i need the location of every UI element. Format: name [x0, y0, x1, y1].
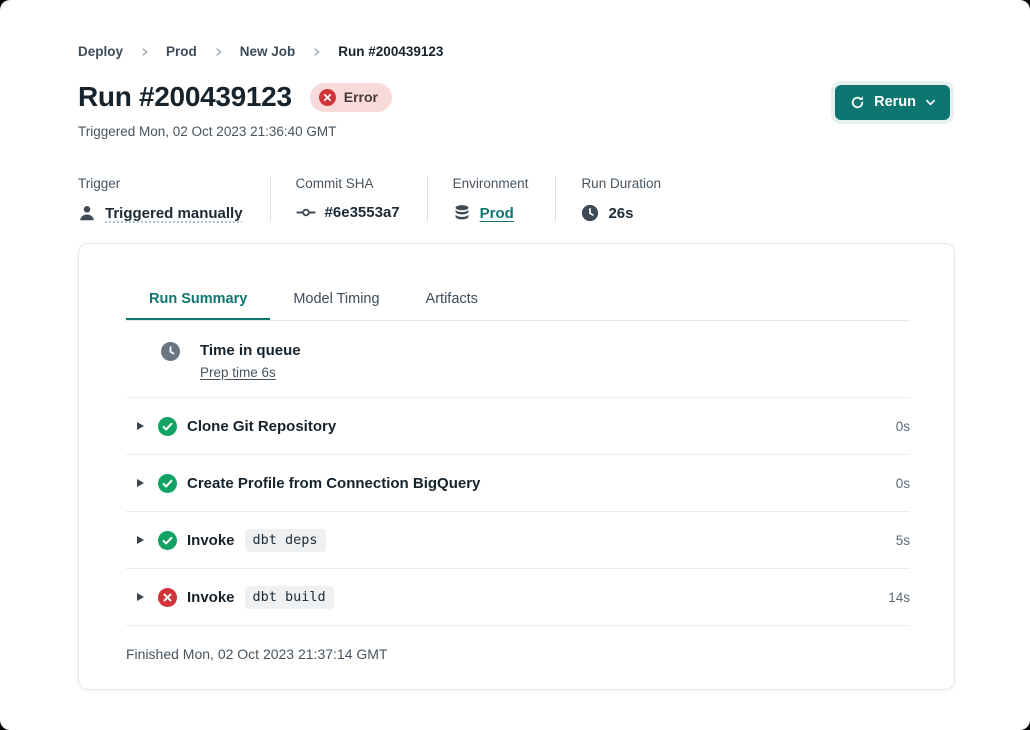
step-duration: 14s — [888, 590, 910, 605]
tab-artifacts[interactable]: Artifacts — [403, 281, 501, 320]
step-row-create-profile[interactable]: Create Profile from Connection BigQuery … — [126, 455, 910, 512]
meta-environment: Environment Prod — [427, 176, 556, 222]
meta-duration-value: 26s — [608, 205, 633, 222]
page-header: Run #200439123 Error Triggered Mon, 02 O… — [78, 81, 950, 139]
tab-model-timing[interactable]: Model Timing — [270, 281, 402, 320]
step-duration: 5s — [896, 533, 910, 548]
caret-right-icon[interactable] — [137, 479, 144, 487]
success-check-icon — [158, 417, 177, 436]
caret-right-icon[interactable] — [137, 593, 144, 601]
step-duration: 0s — [896, 476, 910, 491]
person-icon — [78, 204, 96, 222]
git-commit-icon — [296, 206, 316, 219]
breadcrumb: Deploy Prod New Job Run #200439123 — [78, 44, 950, 59]
clock-icon — [581, 204, 599, 222]
step-title: Clone Git Repository — [187, 418, 336, 435]
step-command-chip: dbt build — [245, 586, 334, 609]
page-title: Run #200439123 — [78, 81, 292, 113]
step-row-clone-git[interactable]: Clone Git Repository 0s — [126, 398, 910, 455]
meta-duration-label: Run Duration — [581, 176, 661, 191]
breadcrumb-new-job[interactable]: New Job — [240, 44, 296, 59]
run-summary-card: Run Summary Model Timing Artifacts Time … — [78, 243, 955, 690]
meta-commit-label: Commit SHA — [296, 176, 400, 191]
step-row-dbt-build[interactable]: Invoke dbt build 14s — [126, 569, 910, 626]
status-badge: Error — [310, 83, 392, 112]
breadcrumb-deploy[interactable]: Deploy — [78, 44, 123, 59]
meta-trigger: Trigger Triggered manually — [78, 176, 270, 222]
run-details-page: Deploy Prod New Job Run #200439123 Run #… — [0, 0, 1030, 730]
refresh-icon — [850, 95, 865, 110]
prep-time-link[interactable]: Prep time 6s — [200, 365, 276, 380]
queue-title: Time in queue — [200, 342, 301, 359]
tab-bar: Run Summary Model Timing Artifacts — [126, 281, 910, 321]
tab-run-summary[interactable]: Run Summary — [126, 281, 270, 320]
step-title: Invoke — [187, 589, 235, 606]
chevron-down-icon — [925, 97, 936, 108]
finished-timestamp: Finished Mon, 02 Oct 2023 21:37:14 GMT — [126, 626, 910, 689]
queue-row: Time in queue Prep time 6s — [126, 321, 910, 398]
caret-right-icon[interactable] — [137, 422, 144, 430]
meta-duration: Run Duration 26s — [555, 176, 688, 222]
chevron-right-icon — [214, 47, 223, 57]
chevron-right-icon — [140, 47, 149, 57]
meta-environment-value[interactable]: Prod — [480, 205, 514, 222]
rerun-button-label: Rerun — [874, 94, 916, 110]
step-title: Invoke — [187, 532, 235, 549]
database-icon — [453, 204, 471, 222]
meta-commit-value: #6e3553a7 — [325, 204, 400, 221]
step-row-dbt-deps[interactable]: Invoke dbt deps 5s — [126, 512, 910, 569]
meta-trigger-label: Trigger — [78, 176, 243, 191]
queue-clock-icon — [161, 342, 180, 361]
error-circle-icon — [319, 89, 336, 106]
meta-commit: Commit SHA #6e3553a7 — [270, 176, 427, 222]
breadcrumb-prod[interactable]: Prod — [166, 44, 197, 59]
chevron-right-icon — [312, 47, 321, 57]
meta-trigger-value[interactable]: Triggered manually — [105, 205, 243, 222]
success-check-icon — [158, 474, 177, 493]
status-badge-label: Error — [344, 89, 378, 105]
step-title: Create Profile from Connection BigQuery — [187, 475, 480, 492]
success-check-icon — [158, 531, 177, 550]
step-command-chip: dbt deps — [245, 529, 326, 552]
meta-environment-label: Environment — [453, 176, 529, 191]
caret-right-icon[interactable] — [137, 536, 144, 544]
breadcrumb-current-run: Run #200439123 — [338, 44, 443, 59]
triggered-timestamp: Triggered Mon, 02 Oct 2023 21:36:40 GMT — [78, 124, 392, 139]
rerun-button[interactable]: Rerun — [835, 85, 950, 120]
error-circle-icon — [158, 588, 177, 607]
run-meta-strip: Trigger Triggered manually Commit SHA #6… — [78, 176, 950, 222]
step-duration: 0s — [896, 419, 910, 434]
